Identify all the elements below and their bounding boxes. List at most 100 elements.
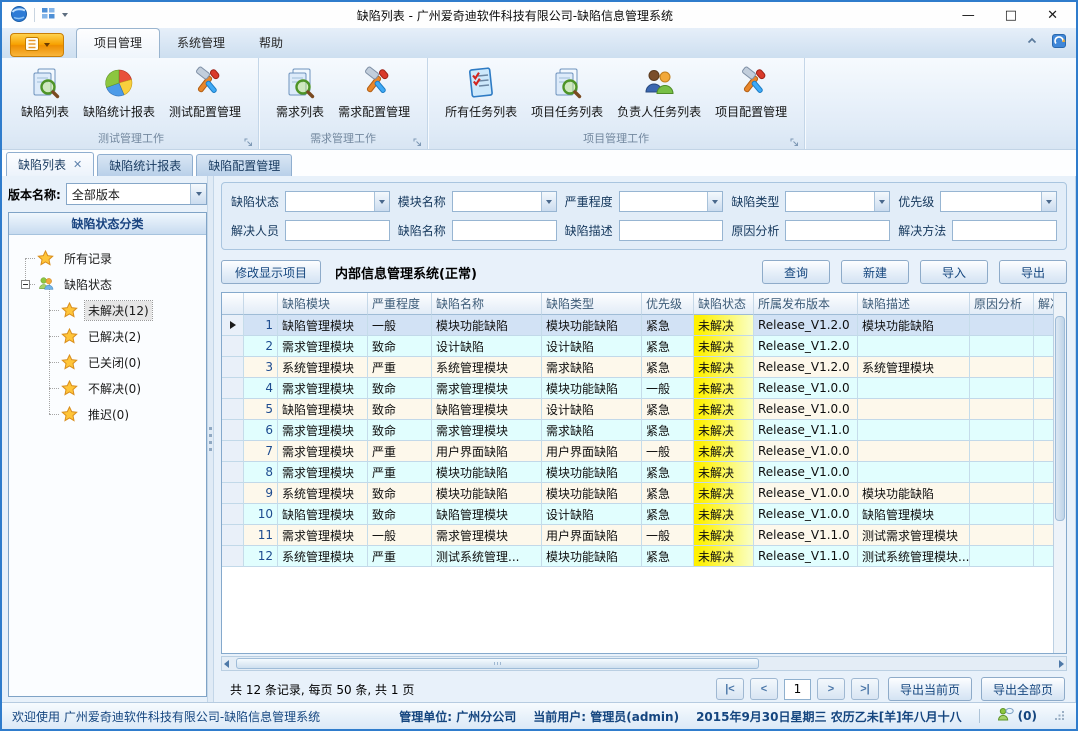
filter-resolver-input[interactable] — [286, 221, 389, 240]
row-selector-cell[interactable] — [222, 483, 244, 504]
import-button[interactable]: 导入 — [920, 260, 988, 284]
tree-item-all-records[interactable]: 所有记录 — [9, 245, 206, 271]
query-button[interactable]: 查询 — [762, 260, 830, 284]
filter-severity-input[interactable] — [620, 192, 708, 211]
filter-solution-input[interactable] — [953, 221, 1056, 240]
filter-severity-field[interactable] — [619, 191, 724, 212]
ribbon-tab-2[interactable]: 系统管理 — [160, 29, 242, 58]
row-selector-cell[interactable] — [222, 357, 244, 378]
export-all-pages-button[interactable]: 导出全部页 — [981, 677, 1065, 701]
ribbon-tab-3[interactable]: 帮助 — [242, 29, 300, 58]
next-page-button[interactable]: > — [817, 678, 845, 700]
row-selector-cell[interactable] — [222, 378, 244, 399]
ribbon-button[interactable]: 缺陷列表 — [14, 61, 76, 122]
last-page-button[interactable]: >| — [851, 678, 879, 700]
table-row-6[interactable]: 6需求管理模块致命需求管理模块需求缺陷紧急未解决Release_V1.1.0 — [222, 420, 1053, 441]
table-row-12[interactable]: 12系统管理模块严重测试系统管理...模块功能缺陷紧急未解决Release_V1… — [222, 546, 1053, 567]
filter-defect-name-input[interactable] — [453, 221, 556, 240]
filter-cause-analysis-field[interactable] — [785, 220, 890, 241]
table-row-1[interactable]: 1缺陷管理模块一般模块功能缺陷模块功能缺陷紧急未解决Release_V1.2.0… — [222, 315, 1053, 336]
column-header-status[interactable]: 缺陷状态 — [694, 293, 754, 315]
horizontal-scrollbar-thumb[interactable] — [236, 658, 759, 669]
filter-priority-field[interactable] — [940, 191, 1057, 212]
collapse-ribbon-icon[interactable] — [1025, 35, 1039, 50]
filter-module-name-field[interactable] — [452, 191, 557, 212]
messages-indicator[interactable]: (0) — [997, 707, 1037, 725]
close-button[interactable]: ✕ — [1047, 9, 1058, 22]
table-row-8[interactable]: 8需求管理模块严重模块功能缺陷模块功能缺陷紧急未解决Release_V1.0.0 — [222, 462, 1053, 483]
layout-icon[interactable] — [41, 7, 56, 23]
filter-cause-analysis-input[interactable] — [786, 221, 889, 240]
document-tab-2[interactable]: 缺陷统计报表 — [97, 154, 193, 176]
filter-defect-status-input[interactable] — [286, 192, 374, 211]
scroll-left-icon[interactable] — [224, 660, 229, 668]
filter-defect-description-input[interactable] — [620, 221, 723, 240]
row-selector-cell[interactable] — [222, 462, 244, 483]
modify-columns-button[interactable]: 修改显示项目 — [221, 260, 321, 284]
first-page-button[interactable]: |< — [716, 678, 744, 700]
row-selector-cell[interactable] — [222, 546, 244, 567]
filter-defect-status-dropdown-icon[interactable] — [374, 192, 389, 211]
ribbon-button[interactable]: 所有任务列表 — [438, 61, 524, 122]
row-selector-cell[interactable] — [222, 420, 244, 441]
column-header-module[interactable]: 缺陷模块 — [278, 293, 368, 315]
tree-item-resolved[interactable]: 已解决(2) — [9, 323, 206, 349]
prev-page-button[interactable]: < — [750, 678, 778, 700]
ribbon-button[interactable]: 需求配置管理 — [331, 61, 417, 122]
dialog-launcher-icon[interactable] — [244, 136, 253, 145]
ribbon-button[interactable]: 项目任务列表 — [524, 61, 610, 122]
export-current-page-button[interactable]: 导出当前页 — [888, 677, 972, 701]
filter-severity-dropdown-icon[interactable] — [707, 192, 722, 211]
table-row-5[interactable]: 5缺陷管理模块致命缺陷管理模块设计缺陷紧急未解决Release_V1.0.0 — [222, 399, 1053, 420]
minimize-button[interactable]: — — [962, 9, 975, 22]
tree-item-unresolved[interactable]: 未解决(12) — [9, 297, 206, 323]
table-row-3[interactable]: 3系统管理模块严重系统管理模块需求缺陷紧急未解决Release_V1.2.0系统… — [222, 357, 1053, 378]
filter-defect-status-field[interactable] — [285, 191, 390, 212]
table-row-4[interactable]: 4需求管理模块致命需求管理模块模块功能缺陷一般未解决Release_V1.0.0 — [222, 378, 1053, 399]
table-row-2[interactable]: 2需求管理模块致命设计缺陷设计缺陷紧急未解决Release_V1.2.0 — [222, 336, 1053, 357]
style-switch-icon[interactable] — [1051, 33, 1068, 52]
ribbon-tab-1[interactable]: 项目管理 — [76, 28, 160, 58]
filter-defect-type-dropdown-icon[interactable] — [874, 192, 889, 211]
tree-expander-icon[interactable] — [21, 280, 30, 289]
scroll-right-icon[interactable] — [1059, 660, 1064, 668]
version-combo[interactable]: 全部版本 — [66, 183, 207, 205]
row-selector-cell[interactable] — [222, 315, 244, 336]
export-button[interactable]: 导出 — [999, 260, 1067, 284]
new-button[interactable]: 新建 — [841, 260, 909, 284]
row-selector-cell[interactable] — [222, 441, 244, 462]
ribbon-button[interactable]: 项目配置管理 — [708, 61, 794, 122]
filter-resolver-field[interactable] — [285, 220, 390, 241]
vertical-scrollbar[interactable] — [1053, 293, 1066, 653]
panel-splitter[interactable] — [207, 176, 214, 702]
page-number-input[interactable] — [784, 679, 811, 700]
row-selector-cell[interactable] — [222, 336, 244, 357]
column-header-analysis[interactable]: 原因分析 — [970, 293, 1034, 315]
document-tab-1[interactable]: 缺陷列表✕ — [6, 152, 94, 176]
column-header-desc[interactable]: 缺陷描述 — [858, 293, 970, 315]
filter-priority-input[interactable] — [941, 192, 1041, 211]
column-header-solution[interactable]: 解决方法 — [1034, 293, 1053, 315]
filter-solution-field[interactable] — [952, 220, 1057, 241]
ribbon-button[interactable]: 测试配置管理 — [162, 61, 248, 122]
app-menu-button[interactable] — [10, 33, 64, 57]
version-combo-arrow-icon[interactable] — [190, 184, 206, 204]
table-row-7[interactable]: 7需求管理模块严重用户界面缺陷用户界面缺陷一般未解决Release_V1.0.0 — [222, 441, 1053, 462]
tree-item-not-resolve[interactable]: 不解决(0) — [9, 375, 206, 401]
table-row-11[interactable]: 11需求管理模块一般需求管理模块用户界面缺陷一般未解决Release_V1.1.… — [222, 525, 1053, 546]
filter-defect-type-input[interactable] — [786, 192, 874, 211]
table-row-9[interactable]: 9系统管理模块致命模块功能缺陷模块功能缺陷紧急未解决Release_V1.0.0… — [222, 483, 1053, 504]
table-row-10[interactable]: 10缺陷管理模块致命缺陷管理模块设计缺陷紧急未解决Release_V1.0.0缺… — [222, 504, 1053, 525]
close-tab-icon[interactable]: ✕ — [73, 159, 82, 170]
filter-module-name-dropdown-icon[interactable] — [541, 192, 556, 211]
ribbon-button[interactable]: 缺陷统计报表 — [76, 61, 162, 122]
ribbon-button[interactable]: 负责人任务列表 — [610, 61, 708, 122]
filter-module-name-input[interactable] — [453, 192, 541, 211]
ribbon-button[interactable]: 需求列表 — [269, 61, 331, 122]
dialog-launcher-icon[interactable] — [790, 136, 799, 145]
column-header-severity[interactable]: 严重程度 — [368, 293, 432, 315]
column-header-name[interactable]: 缺陷名称 — [432, 293, 542, 315]
maximize-button[interactable]: □ — [1005, 9, 1017, 22]
filter-priority-dropdown-icon[interactable] — [1041, 192, 1056, 211]
resize-grip-icon[interactable] — [1054, 709, 1066, 724]
